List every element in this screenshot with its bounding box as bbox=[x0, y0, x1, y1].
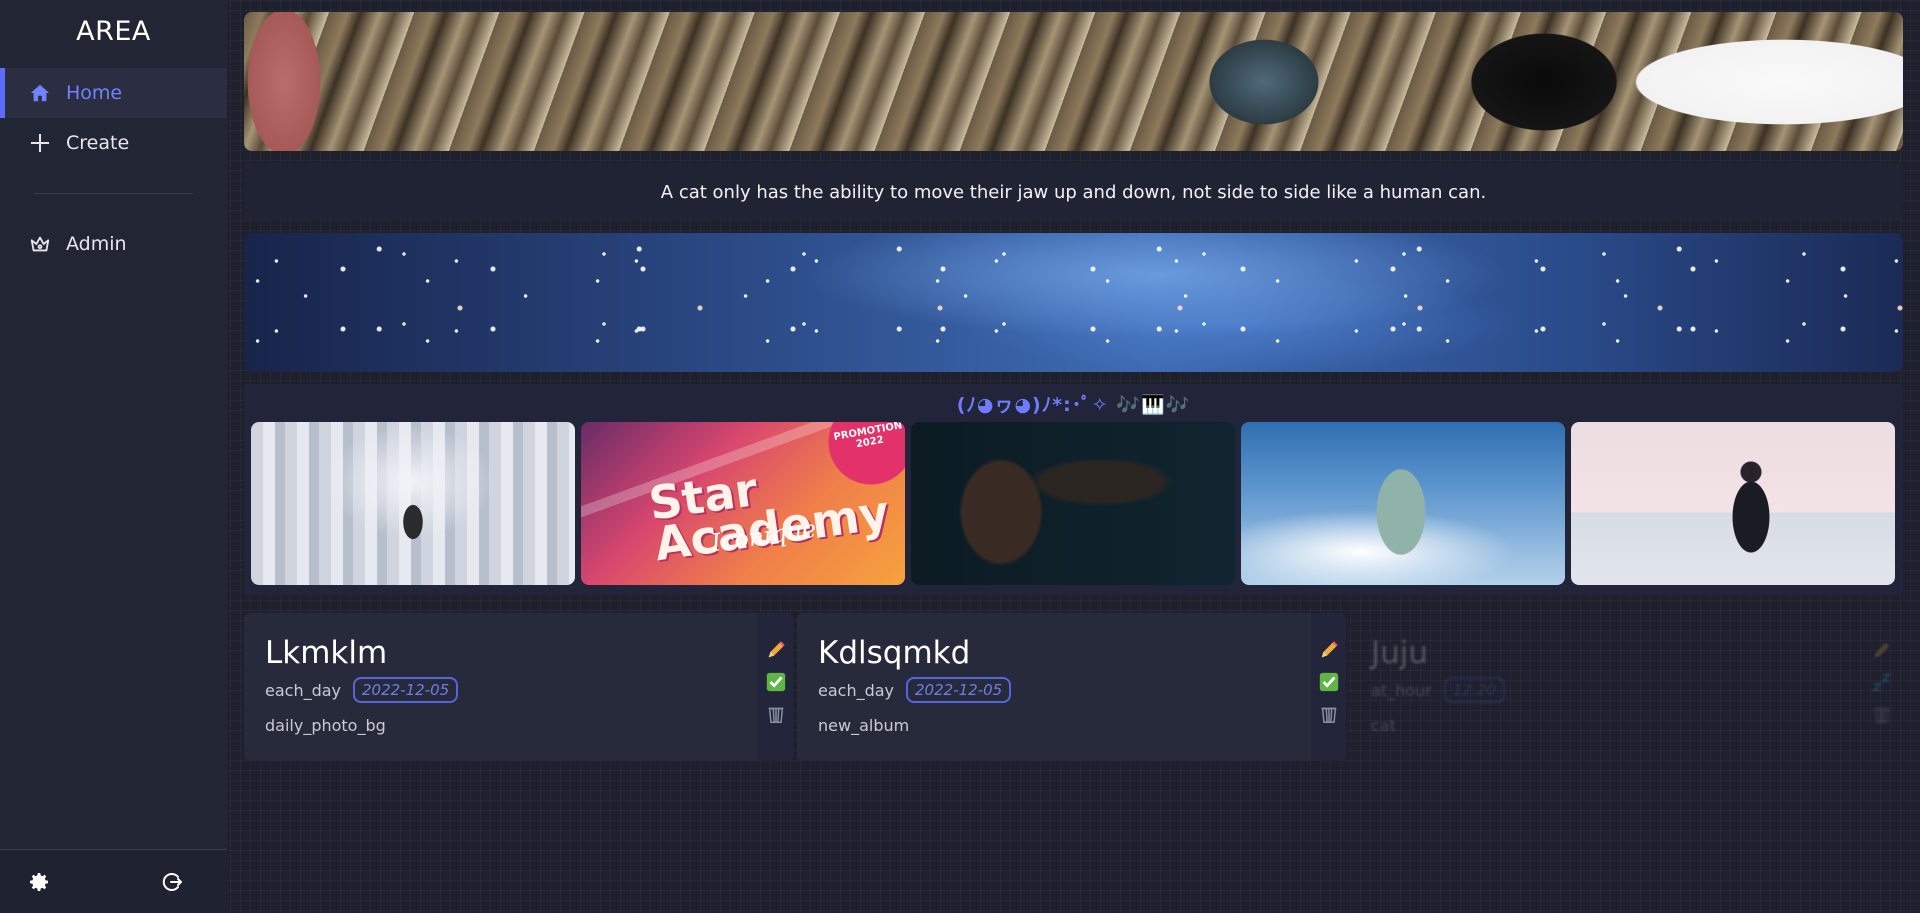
sidebar-item-home[interactable]: Home bbox=[0, 68, 227, 118]
area-trigger: each_day bbox=[818, 680, 895, 700]
area-date-badge: 2022-12-05 bbox=[906, 677, 1012, 703]
sidebar-divider bbox=[34, 193, 193, 194]
sidebar-item-label: Admin bbox=[66, 233, 127, 255]
main-content: A cat only has the ability to move their… bbox=[244, 12, 1903, 761]
area-name: Lkmklm bbox=[265, 635, 388, 671]
area-card: Lkmklm each_day 2022-12-05 daily_photo_b… bbox=[244, 613, 797, 761]
area-date-badge: 12:20 bbox=[1443, 677, 1505, 703]
album-cover[interactable] bbox=[1571, 422, 1895, 585]
sidebar-item-admin[interactable]: Admin bbox=[0, 219, 227, 269]
area-cards: Lkmklm each_day 2022-12-05 daily_photo_b… bbox=[244, 613, 1903, 761]
sidebar: AREA Home Create Admin bbox=[0, 0, 227, 913]
album-panel-title: (ﾉ◕ヮ◕)ﾉ*:･ﾟ✧ 🎶🎹🎶 bbox=[956, 393, 1191, 416]
area-reaction: daily_photo_bg bbox=[265, 716, 386, 735]
sidebar-item-label: Home bbox=[66, 82, 123, 104]
album-cover[interactable] bbox=[251, 422, 575, 585]
area-card-actions bbox=[758, 613, 793, 761]
area-card-actions bbox=[1864, 613, 1899, 761]
logout-icon[interactable] bbox=[159, 869, 185, 895]
area-trigger: each_day bbox=[265, 680, 342, 700]
plus-icon bbox=[28, 131, 52, 155]
edit-pencil-icon[interactable] bbox=[1870, 637, 1894, 663]
sidebar-item-create[interactable]: Create bbox=[0, 118, 227, 168]
area-date-badge: 2022-12-05 bbox=[353, 677, 459, 703]
sidebar-footer bbox=[0, 849, 227, 913]
area-card-body[interactable]: Juju at_hour 12:20 cat bbox=[1350, 613, 1864, 761]
area-card: Juju at_hour 12:20 cat bbox=[1350, 613, 1903, 761]
sleep-icon[interactable] bbox=[1870, 669, 1894, 695]
area-card-body[interactable]: Lkmklm each_day 2022-12-05 daily_photo_b… bbox=[244, 613, 758, 761]
area-name: Juju bbox=[1371, 635, 1429, 671]
sidebar-item-label: Create bbox=[66, 132, 130, 154]
album-panel: (ﾉ◕ヮ◕)ﾉ*:･ﾟ✧ 🎶🎹🎶 PROMOTION 2022 Star Aca… bbox=[244, 384, 1903, 595]
album-cover[interactable] bbox=[1241, 422, 1565, 585]
crown-icon bbox=[28, 232, 52, 256]
area-reaction: new_album bbox=[818, 716, 910, 735]
area-trigger: at_hour bbox=[1371, 680, 1432, 700]
edit-pencil-icon[interactable] bbox=[1317, 637, 1341, 663]
app-brand: AREA bbox=[76, 16, 151, 47]
check-icon[interactable] bbox=[764, 669, 788, 695]
gear-icon[interactable] bbox=[26, 869, 52, 895]
area-card-actions bbox=[1311, 613, 1346, 761]
album-list: PROMOTION 2022 Star Academy Iconique bbox=[244, 422, 1903, 585]
trash-icon[interactable] bbox=[1870, 701, 1894, 727]
album-cover[interactable] bbox=[911, 422, 1235, 585]
album-cover[interactable]: PROMOTION 2022 Star Academy Iconique bbox=[581, 422, 905, 585]
trash-icon[interactable] bbox=[764, 701, 788, 727]
check-icon[interactable] bbox=[1317, 669, 1341, 695]
area-name: Kdlsqmkd bbox=[818, 635, 971, 671]
area-reaction: cat bbox=[1371, 716, 1396, 735]
area-card: Kdlsqmkd each_day 2022-12-05 new_album bbox=[797, 613, 1350, 761]
home-icon bbox=[28, 81, 52, 105]
cat-photo-banner bbox=[244, 12, 1903, 151]
trash-icon[interactable] bbox=[1317, 701, 1341, 727]
edit-pencil-icon[interactable] bbox=[764, 637, 788, 663]
space-photo-banner bbox=[244, 233, 1903, 372]
cat-fact-text: A cat only has the ability to move their… bbox=[244, 163, 1903, 221]
area-card-body[interactable]: Kdlsqmkd each_day 2022-12-05 new_album bbox=[797, 613, 1311, 761]
